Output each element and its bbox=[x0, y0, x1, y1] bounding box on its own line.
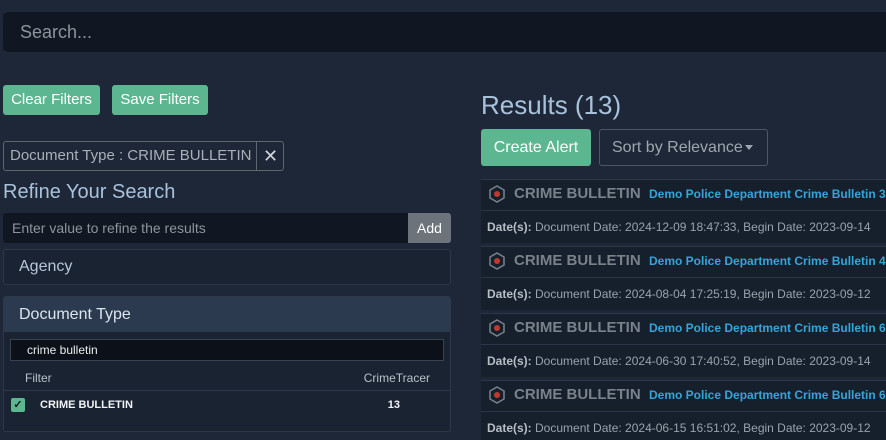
checkbox-checked-icon[interactable]: ✓ bbox=[11, 398, 25, 412]
result-type: CRIME BULLETIN bbox=[514, 386, 641, 403]
dates-label: Date(s): bbox=[487, 354, 532, 368]
result-dates: Date(s): Document Date: 2024-06-30 17:40… bbox=[487, 354, 871, 368]
result-title-link[interactable]: Demo Police Department Crime Bulletin 3 bbox=[649, 187, 886, 201]
dates-label: Date(s): bbox=[487, 220, 532, 234]
agency-label: Agency bbox=[19, 258, 73, 275]
agency-facet[interactable]: Agency bbox=[3, 249, 451, 285]
refine-input[interactable]: Enter value to refine the results bbox=[3, 213, 408, 243]
divider bbox=[481, 344, 886, 345]
bulletin-icon bbox=[489, 319, 505, 337]
result-type: CRIME BULLETIN bbox=[514, 319, 641, 336]
bulletin-icon bbox=[489, 252, 505, 270]
result-card: CRIME BULLETIN Demo Police Department Cr… bbox=[481, 179, 886, 243]
dates-value: Document Date: 2024-08-04 17:25:19, Begi… bbox=[535, 287, 871, 301]
document-type-heading[interactable]: Document Type bbox=[4, 297, 450, 332]
dates-value: Document Date: 2024-06-15 16:51:02, Begi… bbox=[535, 421, 871, 435]
facet-row-name: CRIME BULLETIN bbox=[40, 399, 133, 411]
bulletin-icon bbox=[489, 185, 505, 203]
result-title-link[interactable]: Demo Police Department Crime Bulletin 6 bbox=[649, 321, 886, 335]
refine-title: Refine Your Search bbox=[3, 181, 176, 203]
result-type: CRIME BULLETIN bbox=[514, 252, 641, 269]
result-title-link[interactable]: Demo Police Department Crime Bulletin 4 bbox=[649, 254, 886, 268]
results-title: Results (13) bbox=[481, 90, 622, 120]
sort-label: Sort by Relevance bbox=[612, 139, 743, 156]
dates-value: Document Date: 2024-06-30 17:40:52, Begi… bbox=[535, 354, 871, 368]
save-filters-button[interactable]: Save Filters bbox=[112, 85, 208, 115]
result-type: CRIME BULLETIN bbox=[514, 185, 641, 202]
divider bbox=[481, 277, 886, 278]
result-title-link[interactable]: Demo Police Department Crime Bulletin 6 bbox=[649, 388, 886, 402]
facet-filter-input[interactable]: crime bulletin bbox=[10, 339, 444, 361]
document-type-facet: Document Type crime bulletin Filter Crim… bbox=[3, 296, 451, 432]
result-dates: Date(s): Document Date: 2024-12-09 18:47… bbox=[487, 220, 871, 234]
create-alert-button[interactable]: Create Alert bbox=[481, 129, 591, 166]
divider bbox=[481, 411, 886, 412]
result-dates: Date(s): Document Date: 2024-06-15 16:51… bbox=[487, 421, 871, 435]
result-dates: Date(s): Document Date: 2024-08-04 17:25… bbox=[487, 287, 871, 301]
result-card: CRIME BULLETIN Demo Police Department Cr… bbox=[481, 313, 886, 377]
dates-label: Date(s): bbox=[487, 287, 532, 301]
divider bbox=[481, 210, 886, 211]
result-card: CRIME BULLETIN Demo Police Department Cr… bbox=[481, 246, 886, 310]
bulletin-icon bbox=[489, 386, 505, 404]
caret-down-icon bbox=[745, 145, 753, 150]
dates-value: Document Date: 2024-12-09 18:47:33, Begi… bbox=[535, 220, 871, 234]
col-filter: Filter bbox=[25, 371, 52, 385]
add-button[interactable]: Add bbox=[408, 213, 451, 243]
facet-row-count: 13 bbox=[387, 399, 400, 411]
clear-filters-button[interactable]: Clear Filters bbox=[3, 85, 100, 115]
table-row[interactable]: ✓ CRIME BULLETIN 13 bbox=[4, 391, 450, 421]
close-icon[interactable]: ✕ bbox=[257, 142, 283, 170]
active-filter-label: Document Type : CRIME BULLETIN bbox=[4, 142, 258, 170]
search-input[interactable]: Search... bbox=[3, 12, 886, 52]
result-card: CRIME BULLETIN Demo Police Department Cr… bbox=[481, 380, 886, 440]
facet-table-header: Filter CrimeTracer bbox=[4, 361, 450, 391]
col-source: CrimeTracer bbox=[363, 371, 430, 385]
sort-dropdown[interactable]: Sort by Relevance bbox=[599, 129, 768, 166]
active-filter-chip: Document Type : CRIME BULLETIN ✕ bbox=[3, 141, 285, 171]
dates-label: Date(s): bbox=[487, 421, 532, 435]
